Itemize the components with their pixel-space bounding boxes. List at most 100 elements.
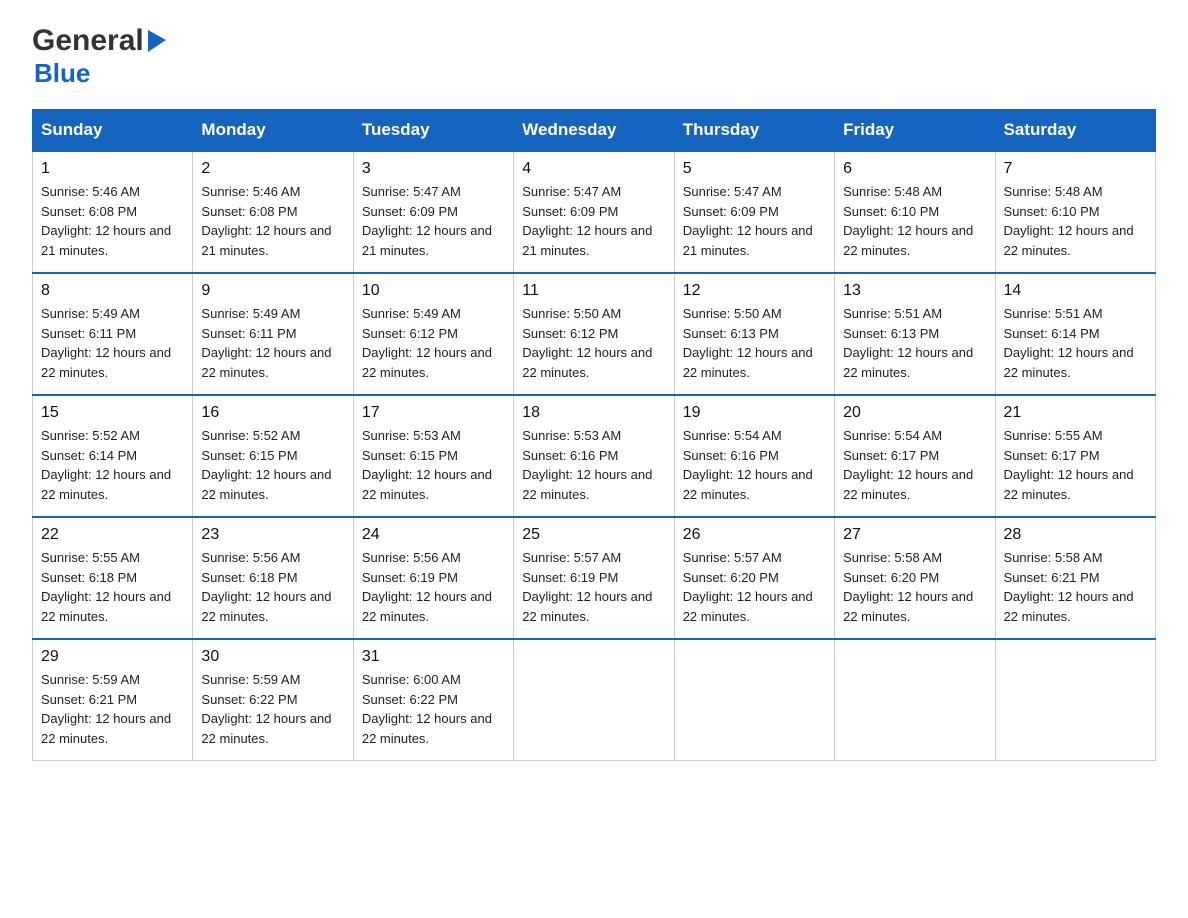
day-info: Sunrise: 5:49 AMSunset: 6:12 PMDaylight:… [362,304,505,382]
day-number: 15 [41,404,184,422]
day-info: Sunrise: 5:53 AMSunset: 6:15 PMDaylight:… [362,426,505,504]
day-info: Sunrise: 5:58 AMSunset: 6:20 PMDaylight:… [843,548,986,626]
day-info: Sunrise: 5:50 AMSunset: 6:12 PMDaylight:… [522,304,665,382]
day-info: Sunrise: 5:48 AMSunset: 6:10 PMDaylight:… [1004,182,1147,260]
calendar-day-cell: 19 Sunrise: 5:54 AMSunset: 6:16 PMDayligh… [674,395,834,517]
weekday-header-tuesday: Tuesday [353,110,513,152]
logo-triangle-icon [148,30,166,57]
day-number: 17 [362,404,505,422]
day-info: Sunrise: 5:49 AMSunset: 6:11 PMDaylight:… [41,304,184,382]
weekday-header-monday: Monday [193,110,353,152]
calendar-day-cell: 28 Sunrise: 5:58 AMSunset: 6:21 PMDayligh… [995,517,1155,639]
day-number: 18 [522,404,665,422]
day-info: Sunrise: 5:54 AMSunset: 6:17 PMDaylight:… [843,426,986,504]
calendar-day-cell: 4Sunrise: 5:47 AMSunset: 6:09 PMDaylight… [514,151,674,273]
day-info: Sunrise: 5:57 AMSunset: 6:20 PMDaylight:… [683,548,826,626]
day-number: 19 [683,404,826,422]
day-info: Sunrise: 5:53 AMSunset: 6:16 PMDaylight:… [522,426,665,504]
logo-general-text: General [32,24,144,58]
day-number: 27 [843,526,986,544]
weekday-header-wednesday: Wednesday [514,110,674,152]
day-number: 21 [1004,404,1147,422]
calendar-day-cell: 22 Sunrise: 5:55 AMSunset: 6:18 PMDayligh… [33,517,193,639]
calendar-day-cell: 27 Sunrise: 5:58 AMSunset: 6:20 PMDayligh… [835,517,995,639]
day-number: 24 [362,526,505,544]
calendar-day-cell: 10 Sunrise: 5:49 AMSunset: 6:12 PMDayligh… [353,273,513,395]
day-info: Sunrise: 5:55 AMSunset: 6:18 PMDaylight:… [41,548,184,626]
calendar-day-cell [674,639,834,761]
calendar-day-cell: 16Sunrise: 5:52 AMSunset: 6:15 PMDayligh… [193,395,353,517]
calendar-day-cell: 11Sunrise: 5:50 AMSunset: 6:12 PMDayligh… [514,273,674,395]
day-info: Sunrise: 5:46 AMSunset: 6:08 PMDaylight:… [41,182,184,260]
day-number: 7 [1004,160,1147,178]
day-info: Sunrise: 5:52 AMSunset: 6:14 PMDaylight:… [41,426,184,504]
calendar-day-cell: 3 Sunrise: 5:47 AMSunset: 6:09 PMDaylight… [353,151,513,273]
calendar-body: 1 Sunrise: 5:46 AMSunset: 6:08 PMDaylight… [33,151,1156,761]
day-number: 1 [41,160,184,178]
calendar-day-cell: 8Sunrise: 5:49 AMSunset: 6:11 PMDaylight… [33,273,193,395]
calendar-day-cell [995,639,1155,761]
day-info: Sunrise: 5:48 AMSunset: 6:10 PMDaylight:… [843,182,986,260]
day-number: 30 [201,648,344,666]
calendar-week-row: 22 Sunrise: 5:55 AMSunset: 6:18 PMDayligh… [33,517,1156,639]
logo-blue-text: Blue [34,58,90,88]
day-info: Sunrise: 5:51 AMSunset: 6:14 PMDaylight:… [1004,304,1147,382]
calendar-day-cell: 26 Sunrise: 5:57 AMSunset: 6:20 PMDayligh… [674,517,834,639]
day-info: Sunrise: 5:57 AMSunset: 6:19 PMDaylight:… [522,548,665,626]
day-info: Sunrise: 5:54 AMSunset: 6:16 PMDaylight:… [683,426,826,504]
weekday-header-sunday: Sunday [33,110,193,152]
calendar-day-cell: 7 Sunrise: 5:48 AMSunset: 6:10 PMDaylight… [995,151,1155,273]
calendar-day-cell: 17 Sunrise: 5:53 AMSunset: 6:15 PMDayligh… [353,395,513,517]
logo: General Blue [32,24,166,89]
day-number: 3 [362,160,505,178]
calendar-day-cell: 25Sunrise: 5:57 AMSunset: 6:19 PMDayligh… [514,517,674,639]
day-info: Sunrise: 5:59 AMSunset: 6:21 PMDaylight:… [41,670,184,748]
weekday-header-thursday: Thursday [674,110,834,152]
day-number: 29 [41,648,184,666]
calendar-day-cell: 2Sunrise: 5:46 AMSunset: 6:08 PMDaylight… [193,151,353,273]
day-info: Sunrise: 5:55 AMSunset: 6:17 PMDaylight:… [1004,426,1147,504]
day-number: 5 [683,160,826,178]
day-number: 12 [683,282,826,300]
day-number: 16 [201,404,344,422]
calendar-day-cell: 21 Sunrise: 5:55 AMSunset: 6:17 PMDayligh… [995,395,1155,517]
calendar-week-row: 15 Sunrise: 5:52 AMSunset: 6:14 PMDayligh… [33,395,1156,517]
calendar-day-cell: 30Sunrise: 5:59 AMSunset: 6:22 PMDayligh… [193,639,353,761]
day-info: Sunrise: 5:56 AMSunset: 6:18 PMDaylight:… [201,548,344,626]
calendar-day-cell: 9 Sunrise: 5:49 AMSunset: 6:11 PMDaylight… [193,273,353,395]
weekday-header-saturday: Saturday [995,110,1155,152]
day-number: 9 [201,282,344,300]
calendar-day-cell: 23 Sunrise: 5:56 AMSunset: 6:18 PMDayligh… [193,517,353,639]
day-info: Sunrise: 5:58 AMSunset: 6:21 PMDaylight:… [1004,548,1147,626]
day-number: 28 [1004,526,1147,544]
day-number: 26 [683,526,826,544]
calendar-header: SundayMondayTuesdayWednesdayThursdayFrid… [33,110,1156,152]
calendar-day-cell: 12Sunrise: 5:50 AMSunset: 6:13 PMDayligh… [674,273,834,395]
day-info: Sunrise: 5:49 AMSunset: 6:11 PMDaylight:… [201,304,344,382]
calendar-day-cell: 5 Sunrise: 5:47 AMSunset: 6:09 PMDaylight… [674,151,834,273]
calendar-day-cell [835,639,995,761]
day-number: 10 [362,282,505,300]
day-number: 31 [362,648,505,666]
day-number: 20 [843,404,986,422]
calendar-day-cell: 15 Sunrise: 5:52 AMSunset: 6:14 PMDayligh… [33,395,193,517]
calendar-day-cell: 20 Sunrise: 5:54 AMSunset: 6:17 PMDayligh… [835,395,995,517]
day-number: 6 [843,160,986,178]
calendar-day-cell: 29 Sunrise: 5:59 AMSunset: 6:21 PMDayligh… [33,639,193,761]
calendar-day-cell: 1 Sunrise: 5:46 AMSunset: 6:08 PMDaylight… [33,151,193,273]
calendar-week-row: 1 Sunrise: 5:46 AMSunset: 6:08 PMDaylight… [33,151,1156,273]
day-number: 14 [1004,282,1147,300]
calendar-day-cell: 13Sunrise: 5:51 AMSunset: 6:13 PMDayligh… [835,273,995,395]
day-info: Sunrise: 5:47 AMSunset: 6:09 PMDaylight:… [362,182,505,260]
calendar-day-cell: 18 Sunrise: 5:53 AMSunset: 6:16 PMDayligh… [514,395,674,517]
calendar-day-cell: 31Sunrise: 6:00 AMSunset: 6:22 PMDayligh… [353,639,513,761]
day-info: Sunrise: 5:46 AMSunset: 6:08 PMDaylight:… [201,182,344,260]
day-number: 23 [201,526,344,544]
calendar-week-row: 29 Sunrise: 5:59 AMSunset: 6:21 PMDayligh… [33,639,1156,761]
day-number: 13 [843,282,986,300]
weekday-header-friday: Friday [835,110,995,152]
weekday-header-row: SundayMondayTuesdayWednesdayThursdayFrid… [33,110,1156,152]
header: General Blue [32,24,1156,89]
day-info: Sunrise: 5:47 AMSunset: 6:09 PMDaylight:… [683,182,826,260]
day-number: 22 [41,526,184,544]
